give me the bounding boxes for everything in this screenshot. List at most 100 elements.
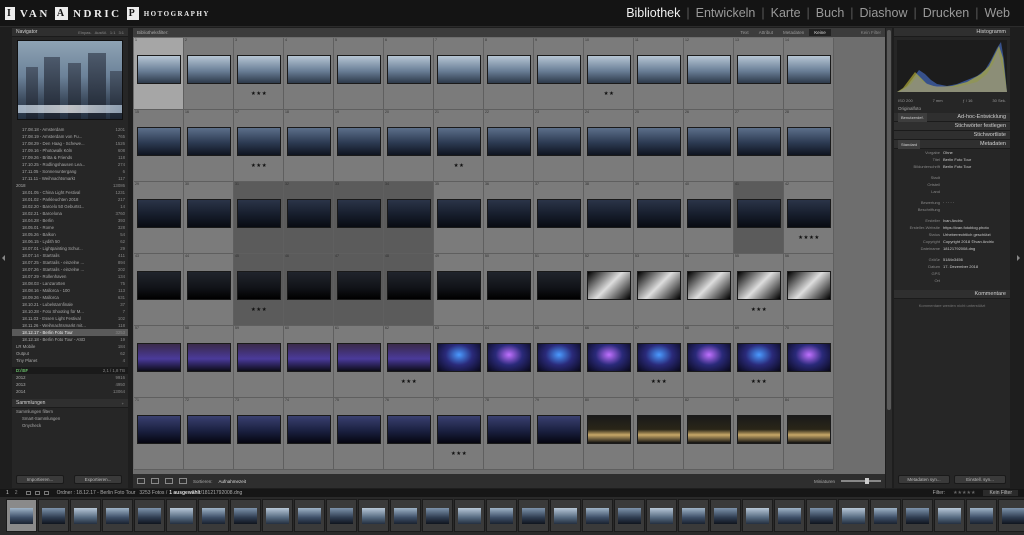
thumbnail-cell[interactable]: 11 [634,38,684,110]
filmstrip-thumbnail[interactable] [550,499,581,532]
quick-develop-preset[interactable]: Benutzerdef. [898,112,927,122]
thumbnail-image[interactable] [587,343,631,372]
thumbnail-image[interactable] [637,127,681,156]
folder-row[interactable]: 2018 13086 [12,182,128,189]
page-indicator-2[interactable]: 2 [15,490,18,496]
thumbnail-cell[interactable]: 64 [484,326,534,398]
metadata-value[interactable] [943,277,1007,284]
metadata-value[interactable]: Ivan Andric [943,217,1007,224]
folder-row[interactable]: 17.11.11 - Weihnachtsmarkt 117 [12,175,128,182]
thumbnail-image[interactable] [587,271,631,300]
collection-row[interactable]: Smart-Sammlungen [12,415,128,422]
folder-row[interactable]: 18.04.28 - Berlin 393 [12,217,128,224]
thumbnail-cell[interactable]: 15 [134,110,184,182]
thumbnail-image[interactable] [337,343,381,372]
thumbnail-cell[interactable]: 8 [484,38,534,110]
compare-view-icon[interactable] [165,478,173,484]
thumbnail-image[interactable] [787,271,831,300]
sync-settings-button[interactable]: Einstell. syn... [954,475,1006,484]
filmstrip-thumbnail[interactable] [294,499,325,532]
metadata-value[interactable]: Copyright 2018 ©Ivan Andric [943,238,1007,245]
filter-tab[interactable]: Text [735,29,753,36]
module-1[interactable]: Entwickeln [690,6,762,20]
metadata-value[interactable]: https://ivan.fotoblog.photo [943,224,1007,231]
thumbnail-cell[interactable]: 20 [384,110,434,182]
thumbnail-image[interactable] [687,199,731,228]
filmstrip-thumbnail[interactable] [902,499,933,532]
filmstrip-thumbnail[interactable] [262,499,293,532]
thumbnail-cell[interactable]: 21 ★★ [434,110,484,182]
module-3[interactable]: Buch [810,6,851,20]
thumbnail-cell[interactable]: 10 ★★ [584,38,634,110]
thumbnail-image[interactable] [137,415,181,444]
metadata-value[interactable]: Berlin Foto Tour [943,163,1007,170]
thumbnail-image[interactable] [487,199,531,228]
thumbnail-image[interactable] [637,55,681,84]
rating-stars[interactable]: ★★ [584,91,634,97]
thumbnail-cell[interactable]: 5 [334,38,384,110]
rating-stars[interactable]: ★★★ [234,163,284,169]
folder-row[interactable]: 18.01.02 - Parkleuchten 2018 217 [12,196,128,203]
thumbnail-cell[interactable]: 37 [534,182,584,254]
rating-filter-icon[interactable]: ★★★★★ [953,490,975,496]
metadata-value[interactable] [943,181,1007,188]
folder-row[interactable]: 18.11.26 - Weihnachtsmarkt mit... 118 [12,322,128,329]
thumbnail-cell[interactable]: 44 [184,254,234,326]
thumbnail-image[interactable] [787,415,831,444]
rating-stars[interactable]: ★★★ [734,379,784,385]
metadata-value[interactable]: 17. Dezember 2018 [943,263,1007,270]
rating-stars[interactable]: ★★★ [234,307,284,313]
thumbnail-cell[interactable]: 65 [534,326,584,398]
filmstrip-thumbnail[interactable] [646,499,677,532]
zoom-option[interactable]: Einpas. [78,30,91,35]
rating-stars[interactable]: ★★★ [734,307,784,313]
metadata-value[interactable]: 18121792008.dng [943,245,1007,252]
thumbnail-image[interactable] [387,415,431,444]
thumbnail-cell[interactable]: 36 [484,182,534,254]
folder-row[interactable]: 17.11.05 - Sonnenuntergang 6 [12,168,128,175]
thumbnail-image[interactable] [437,55,481,84]
thumbnail-cell[interactable]: 43 [134,254,184,326]
filmstrip-thumbnail[interactable] [390,499,421,532]
thumbnail-image[interactable] [337,415,381,444]
thumbnail-image[interactable] [487,127,531,156]
thumbnail-image[interactable] [687,343,731,372]
filmstrip-thumbnail[interactable] [678,499,709,532]
zoom-option[interactable]: 3:1 [118,30,124,35]
metadata-value[interactable]: Berlin Foto Tour [943,156,1007,163]
comments-header[interactable]: Kommentare [894,290,1010,299]
thumbnail-image[interactable] [187,55,231,84]
thumbnail-cell[interactable]: 24 [584,110,634,182]
thumbnail-image[interactable] [737,127,781,156]
thumbnail-cell[interactable]: 47 [334,254,384,326]
filter-preset-select[interactable]: Kein Filter [983,490,1018,496]
thumbnail-image[interactable] [587,199,631,228]
rating-stars[interactable]: ★★★ [384,379,434,385]
rating-stars[interactable]: ★★★ [234,91,284,97]
thumbnail-image[interactable] [237,415,281,444]
thumbnail-image[interactable] [687,55,731,84]
folder-row[interactable]: 18.05.26 - Balkon 54 [12,231,128,238]
folder-row[interactable]: Tiny Planet 4 [12,357,128,364]
thumbnail-image[interactable] [687,271,731,300]
thumbnail-cell[interactable]: 35 [434,182,484,254]
grid-view-icon[interactable] [137,478,145,484]
thumbnail-cell[interactable]: 75 [334,398,384,470]
thumbnail-image[interactable] [737,415,781,444]
slider-handle[interactable] [865,478,869,484]
collection-row[interactable]: Sammlungen filtern [12,408,128,415]
thumbnail-image[interactable] [337,127,381,156]
thumbnail-image[interactable] [437,415,481,444]
thumbnail-image[interactable] [137,55,181,84]
thumbnail-image[interactable] [787,199,831,228]
thumbnail-image[interactable] [787,127,831,156]
export-button[interactable]: Exportieren... [74,475,122,484]
metadata-view-select[interactable]: Standard [898,139,921,149]
thumbnail-image[interactable] [237,343,281,372]
folder-row[interactable]: 18.05.01 - Rome 328 [12,224,128,231]
thumbnail-image[interactable] [237,55,281,84]
thumbnail-image[interactable] [137,343,181,372]
thumbnail-cell[interactable]: 73 [234,398,284,470]
thumbnail-cell[interactable]: 77 ★★★ [434,398,484,470]
thumbnail-image[interactable] [687,415,731,444]
